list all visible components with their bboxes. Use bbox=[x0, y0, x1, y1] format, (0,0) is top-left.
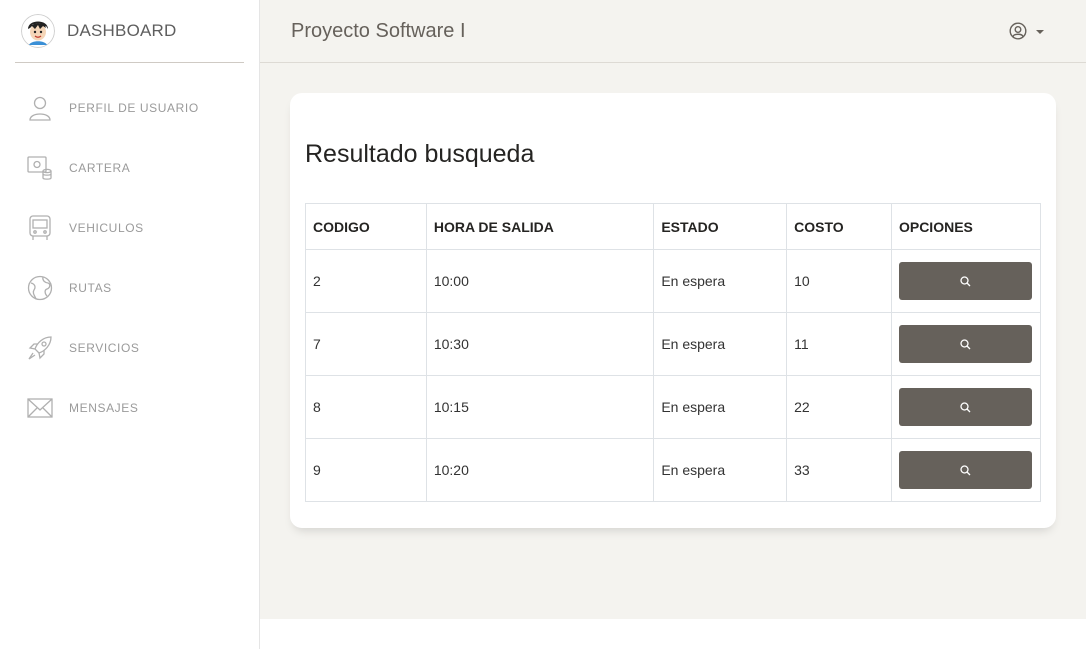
globe-icon bbox=[27, 275, 53, 301]
cell-hora: 10:00 bbox=[425, 249, 655, 313]
avatar bbox=[21, 14, 55, 48]
cell-codigo: 2 bbox=[305, 249, 427, 313]
sidebar-nav: PERFIL DE USUARIO CARTERA VEHICULOS RUTA… bbox=[0, 78, 259, 438]
cell-costo: 33 bbox=[786, 438, 892, 502]
cell-estado: En espera bbox=[653, 375, 788, 439]
column-header-opciones: OPCIONES bbox=[890, 203, 1042, 250]
view-details-button[interactable] bbox=[898, 325, 1032, 363]
brand[interactable]: DASHBOARD bbox=[15, 0, 244, 63]
column-header-hora: HORA DE SALIDA bbox=[425, 203, 655, 250]
sidebar-item-rutas[interactable]: RUTAS bbox=[0, 258, 259, 318]
cell-codigo: 9 bbox=[305, 438, 427, 502]
sidebar-item-label: CARTERA bbox=[69, 161, 131, 175]
sidebar-item-label: RUTAS bbox=[69, 281, 112, 295]
table-row: 7 10:30 En espera 11 bbox=[305, 312, 1042, 376]
cell-estado: En espera bbox=[653, 249, 788, 313]
envelope-icon bbox=[27, 395, 53, 421]
results-card: Resultado busqueda CODIGO HORA DE SALIDA… bbox=[290, 93, 1056, 528]
table-row: 9 10:20 En espera 33 bbox=[305, 438, 1042, 502]
cell-hora: 10:15 bbox=[425, 375, 655, 439]
table-row: 8 10:15 En espera 22 bbox=[305, 375, 1042, 439]
brand-title: DASHBOARD bbox=[67, 21, 177, 40]
sidebar: DASHBOARD PERFIL DE USUARIO CARTERA VEHI… bbox=[0, 0, 260, 649]
wallet-icon bbox=[27, 155, 53, 181]
cell-estado: En espera bbox=[653, 438, 788, 502]
column-header-codigo: CODIGO bbox=[305, 203, 427, 250]
column-header-estado: ESTADO bbox=[653, 203, 788, 250]
sidebar-item-servicios[interactable]: SERVICIOS bbox=[0, 318, 259, 378]
sidebar-item-label: SERVICIOS bbox=[69, 341, 140, 355]
search-icon bbox=[960, 401, 971, 412]
cell-costo: 11 bbox=[786, 312, 892, 376]
cell-estado: En espera bbox=[653, 312, 788, 376]
cell-hora: 10:30 bbox=[425, 312, 655, 376]
cell-hora: 10:20 bbox=[425, 438, 655, 502]
view-details-button[interactable] bbox=[898, 388, 1032, 426]
card-title: Resultado busqueda bbox=[305, 140, 535, 168]
sidebar-item-perfil[interactable]: PERFIL DE USUARIO bbox=[0, 78, 259, 138]
search-icon bbox=[960, 338, 971, 349]
table-header-row: CODIGO HORA DE SALIDA ESTADO COSTO OPCIO… bbox=[305, 203, 1042, 250]
cell-opciones bbox=[890, 438, 1042, 502]
cell-costo: 22 bbox=[786, 375, 892, 439]
footer-strip bbox=[260, 619, 1086, 649]
cell-opciones bbox=[890, 249, 1042, 313]
chevron-down-icon bbox=[1036, 30, 1044, 34]
user-icon bbox=[27, 95, 53, 121]
table-row: 2 10:00 En espera 10 bbox=[305, 249, 1042, 313]
bus-icon bbox=[27, 215, 53, 241]
search-icon bbox=[960, 464, 971, 475]
view-details-button[interactable] bbox=[898, 451, 1032, 489]
sidebar-item-label: VEHICULOS bbox=[69, 221, 144, 235]
rocket-icon bbox=[27, 335, 53, 361]
cell-opciones bbox=[890, 312, 1042, 376]
cell-codigo: 8 bbox=[305, 375, 427, 439]
topbar: Proyecto Software I bbox=[260, 0, 1086, 63]
cell-codigo: 7 bbox=[305, 312, 427, 376]
column-header-costo: COSTO bbox=[786, 203, 892, 250]
sidebar-item-label: MENSAJES bbox=[69, 401, 139, 415]
sidebar-item-vehiculos[interactable]: VEHICULOS bbox=[0, 198, 259, 258]
view-details-button[interactable] bbox=[898, 262, 1032, 300]
sidebar-item-mensajes[interactable]: MENSAJES bbox=[0, 378, 259, 438]
search-icon bbox=[960, 275, 971, 286]
page-title[interactable]: Proyecto Software I bbox=[291, 20, 466, 43]
main-panel: Proyecto Software I Resultado busqueda C… bbox=[260, 0, 1086, 619]
results-table: CODIGO HORA DE SALIDA ESTADO COSTO OPCIO… bbox=[305, 203, 1042, 502]
cell-costo: 10 bbox=[786, 249, 892, 313]
user-circle-icon bbox=[1009, 22, 1027, 45]
user-menu-dropdown[interactable] bbox=[1009, 22, 1044, 45]
sidebar-item-cartera[interactable]: CARTERA bbox=[0, 138, 259, 198]
sidebar-item-label: PERFIL DE USUARIO bbox=[69, 101, 199, 115]
cell-opciones bbox=[890, 375, 1042, 439]
